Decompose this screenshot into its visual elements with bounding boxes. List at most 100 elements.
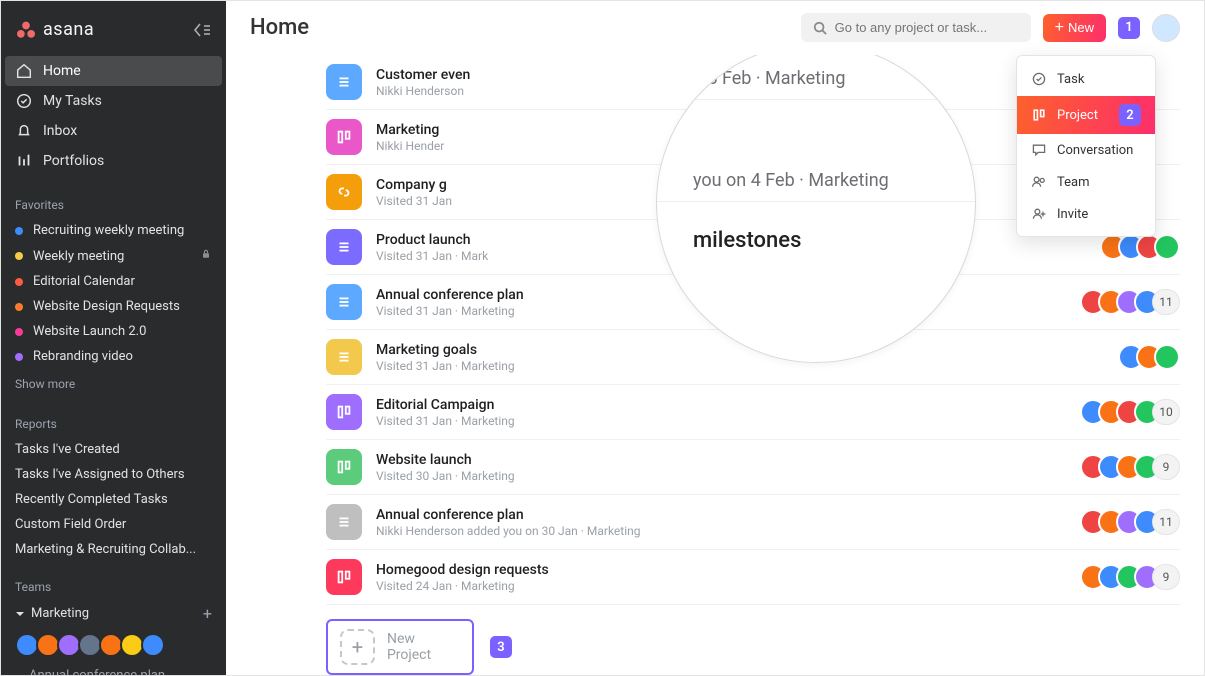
project-icon [326, 449, 362, 485]
avatar [141, 633, 165, 657]
project-title: Website launch [376, 452, 1066, 468]
reports-heading: Reports [1, 399, 226, 437]
project-row[interactable]: Editorial CampaignVisited 31 Jan · Marke… [326, 385, 1180, 440]
team-name: Marketing [31, 606, 89, 621]
avatar [1154, 234, 1180, 260]
report-item[interactable]: Tasks I've Created [1, 437, 226, 462]
project-meta: Visited 30 Jan · Marketing [376, 469, 1066, 483]
project-row[interactable]: Homegood design requestsVisited 24 Jan ·… [326, 550, 1180, 605]
member-count-badge: 9 [1152, 564, 1180, 590]
user-plus-icon [1031, 206, 1047, 222]
sidebar: asana Home My Tasks Inbox Portfolios Favori… [1, 1, 226, 675]
team-header[interactable]: Marketing + [1, 600, 226, 627]
search-box[interactable] [801, 13, 1031, 42]
member-count-badge: 9 [1152, 454, 1180, 480]
dropdown-item-conversation[interactable]: Conversation [1017, 134, 1155, 166]
project-meta: Visited 31 Jan · Marketing [376, 414, 1066, 428]
project-row[interactable]: Annual conference planNikki Henderson ad… [326, 495, 1180, 550]
new-button-label: New [1068, 20, 1094, 35]
show-more-button[interactable]: Show more [1, 369, 226, 399]
project-members[interactable]: 10 [1080, 399, 1180, 425]
project-members[interactable]: 11 [1080, 289, 1180, 315]
new-project-label: New Project [387, 631, 460, 663]
new-button[interactable]: + New [1043, 14, 1106, 42]
lock-icon [200, 248, 212, 264]
check-circle-icon [15, 92, 33, 110]
dropdown-item-task[interactable]: Task [1017, 62, 1155, 96]
favorite-label: Weekly meeting [33, 249, 190, 264]
project-icon [326, 174, 362, 210]
project-row[interactable]: Website launchVisited 30 Jan · Marketing… [326, 440, 1180, 495]
nav-item-inbox[interactable]: Inbox [1, 116, 226, 146]
favorite-item[interactable]: Rebranding video [1, 344, 226, 369]
project-meta: Nikki Henderson added you on 30 Jan · Ma… [376, 524, 1066, 538]
new-project-button[interactable]: + New Project [326, 619, 474, 675]
report-item[interactable]: Marketing & Recruiting Collab... [1, 537, 226, 562]
nav-label: My Tasks [43, 93, 102, 109]
project-icon [326, 504, 362, 540]
project-title: Editorial Campaign [376, 397, 1066, 413]
search-icon [813, 21, 827, 35]
favorite-item[interactable]: Website Launch 2.0 [1, 319, 226, 344]
project-icon [326, 394, 362, 430]
dropdown-item-team[interactable]: Team [1017, 166, 1155, 198]
annotation-3: 3 [490, 636, 512, 658]
color-dot-icon [15, 227, 23, 235]
sidebar-collapse-button[interactable] [192, 22, 212, 38]
member-count-badge: 11 [1152, 289, 1180, 315]
favorite-label: Editorial Calendar [33, 274, 212, 289]
dropdown-item-invite[interactable]: Invite [1017, 198, 1155, 230]
color-dot-icon [15, 252, 23, 260]
project-members[interactable] [1118, 344, 1180, 370]
favorites-heading: Favorites [1, 180, 226, 218]
project-members[interactable] [1100, 234, 1180, 260]
color-dot-icon [15, 353, 23, 361]
team-avatars[interactable] [1, 627, 226, 663]
add-team-icon[interactable]: + [203, 604, 212, 623]
users-icon [1031, 174, 1047, 190]
magnifier-heading: milestones [657, 206, 975, 263]
project-meta: Visited 24 Jan · Marketing [376, 579, 1066, 593]
favorite-item[interactable]: Website Design Requests [1, 294, 226, 319]
project-members[interactable]: 9 [1080, 454, 1180, 480]
favorite-label: Rebranding video [33, 349, 212, 364]
nav-item-portfolios[interactable]: Portfolios [1, 146, 226, 176]
color-dot-icon [15, 328, 23, 336]
favorite-label: Recruiting weekly meeting [33, 223, 212, 238]
member-count-badge: 11 [1152, 509, 1180, 535]
chat-icon [1031, 142, 1047, 158]
project-members[interactable]: 11 [1080, 509, 1180, 535]
nav-item-home[interactable]: Home [5, 56, 222, 86]
project-title: Homegood design requests [376, 562, 1066, 578]
report-item[interactable]: Recently Completed Tasks [1, 487, 226, 512]
asana-logo-icon [15, 21, 37, 39]
team-sub-project[interactable]: Annual conference plan [1, 663, 226, 675]
annotation-2: 2 [1119, 104, 1141, 126]
favorite-label: Website Launch 2.0 [33, 324, 212, 339]
top-bar: Home + New 1 [226, 1, 1204, 55]
favorite-item[interactable]: Recruiting weekly meeting [1, 218, 226, 243]
dropdown-label: Invite [1057, 207, 1088, 222]
board-icon [1031, 106, 1047, 124]
logo[interactable]: asana [15, 19, 94, 40]
report-item[interactable]: Custom Field Order [1, 512, 226, 537]
favorite-item[interactable]: Weekly meeting [1, 243, 226, 269]
search-input[interactable] [835, 20, 1019, 35]
project-members[interactable]: 9 [1080, 564, 1180, 590]
favorite-item[interactable]: Editorial Calendar [1, 269, 226, 294]
user-avatar[interactable] [1152, 14, 1180, 42]
nav-label: Portfolios [43, 153, 104, 169]
report-item[interactable]: Tasks I've Assigned to Others [1, 462, 226, 487]
plus-icon: + [1055, 20, 1064, 36]
color-dot-icon [15, 303, 23, 311]
project-title: Annual conference plan [376, 507, 1066, 523]
plus-square-icon: + [340, 629, 375, 665]
dropdown-label: Conversation [1057, 143, 1133, 158]
page-title: Home [250, 15, 309, 40]
nav-label: Inbox [43, 123, 77, 139]
nav-item-mytasks[interactable]: My Tasks [1, 86, 226, 116]
dropdown-item-project[interactable]: Project2 [1017, 96, 1155, 134]
home-icon [15, 62, 33, 80]
bars-icon [15, 152, 33, 170]
new-dropdown: TaskProject2 Conversation Team Invite [1016, 55, 1156, 237]
